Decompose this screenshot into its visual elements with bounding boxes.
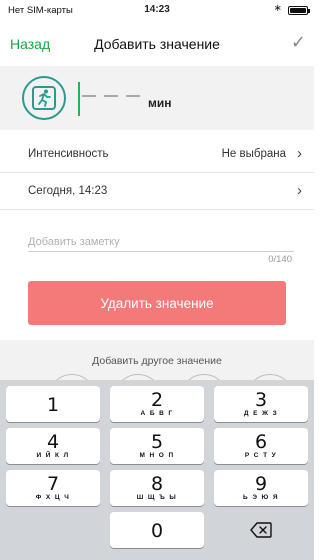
duration-input[interactable] [82, 95, 140, 97]
key-9[interactable]: 9 Ь Э Ю Я [214, 470, 308, 506]
bluetooth-icon: ∗ [273, 3, 282, 14]
key-3[interactable]: 3 Д Е Ж З [214, 386, 308, 422]
note-character-counter: 0/140 [268, 254, 292, 265]
chevron-right-icon: › [297, 145, 302, 162]
key-7[interactable]: 7 Ф Х Ц Ч [6, 470, 100, 506]
key-2[interactable]: 2 А Б В Г [110, 386, 204, 422]
key-8[interactable]: 8 Ш Щ Ъ Ы [110, 470, 204, 506]
delete-value-button[interactable]: Удалить значение [28, 281, 286, 325]
clock: 14:23 [144, 4, 170, 15]
status-bar: Нет SIM-карты 14:23 ∗ [0, 0, 314, 20]
value-entry-panel: мин [0, 66, 314, 130]
key-4[interactable]: 4 И Й К Л [6, 428, 100, 464]
intensity-row[interactable]: Интенсивность Не выбрана › [0, 136, 314, 173]
intensity-label: Интенсивность [28, 148, 109, 160]
datetime-label: Сегодня, 14:23 [28, 185, 108, 197]
page-title: Добавить значение [94, 36, 220, 52]
key-6[interactable]: 6 Р С Т У [214, 428, 308, 464]
key-1[interactable]: 1 [6, 386, 100, 422]
running-person-icon [22, 76, 66, 120]
note-input[interactable]: Добавить заметку [28, 236, 294, 252]
done-checkmark-icon[interactable]: ✓ [291, 32, 306, 53]
intensity-value: Не выбрана [221, 148, 286, 160]
numeric-keypad: 1 2 А Б В Г 3 Д Е Ж З 4 И Й К Л 5 М Н О … [0, 380, 314, 560]
add-other-value-label: Добавить другое значение [92, 355, 222, 367]
keypad-blank [6, 512, 100, 548]
add-other-value-panel: Добавить другое значение [0, 340, 314, 422]
backspace-icon[interactable] [214, 512, 308, 548]
text-cursor [78, 82, 80, 116]
navigation-bar: Назад Добавить значение ✓ [0, 20, 314, 66]
battery-icon [288, 6, 310, 15]
key-0[interactable]: 0 [110, 512, 204, 548]
datetime-row[interactable]: Сегодня, 14:23 › [0, 173, 314, 210]
unit-label: мин [148, 96, 172, 110]
chevron-right-icon: › [297, 182, 302, 199]
key-5[interactable]: 5 М Н О П [110, 428, 204, 464]
